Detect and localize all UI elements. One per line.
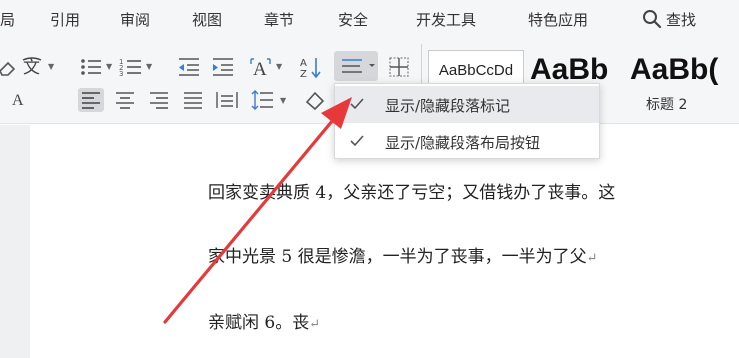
menu-tab-section[interactable]: 章节 xyxy=(264,9,294,30)
search-icon[interactable] xyxy=(641,8,663,30)
chevron-down-icon[interactable]: ▼ xyxy=(276,62,282,71)
shading-icon[interactable] xyxy=(302,88,328,112)
page-gutter xyxy=(0,125,30,358)
eraser-icon[interactable] xyxy=(0,55,20,79)
bullet-list-icon[interactable] xyxy=(78,55,104,79)
chevron-down-icon[interactable]: ▼ xyxy=(280,96,286,105)
checkmark-icon xyxy=(350,98,364,110)
menu-tab-developer[interactable]: 开发工具 xyxy=(416,9,476,30)
change-case-icon[interactable]: A xyxy=(248,55,274,79)
menu-tab-features[interactable]: 特色应用 xyxy=(528,9,588,30)
menu-item-show-hide-layout-button[interactable]: 显示/隐藏段落布局按钮 xyxy=(335,123,599,160)
menu-tab-security[interactable]: 安全 xyxy=(338,9,368,30)
paragraph-mark: ↵ xyxy=(309,317,321,332)
decrease-indent-icon[interactable] xyxy=(176,55,202,79)
text-line-1[interactable]: 回家变卖典质 4，父亲还了亏空；又借钱办了丧事。这 xyxy=(208,178,615,203)
line-spacing-icon[interactable] xyxy=(250,88,276,112)
font-color-a[interactable]: A xyxy=(12,92,24,110)
phonetic-guide-icon[interactable]: 文 xyxy=(20,55,46,79)
svg-text:A: A xyxy=(253,59,267,79)
chevron-down-icon[interactable]: ▼ xyxy=(146,62,152,71)
text-line-3[interactable]: 亲赋闲 6。丧↵ xyxy=(208,308,320,333)
checkmark-icon xyxy=(350,135,364,147)
svg-text:文: 文 xyxy=(23,58,40,78)
align-center-icon[interactable] xyxy=(112,88,138,112)
chevron-down-icon[interactable]: ▼ xyxy=(48,62,54,71)
menu-tab-view[interactable]: 视图 xyxy=(192,9,222,30)
menu-tab-review[interactable]: 审阅 xyxy=(120,9,150,30)
style-heading2-sample[interactable]: AaBb( xyxy=(630,50,718,90)
align-left-icon[interactable] xyxy=(78,88,104,112)
distributed-icon[interactable] xyxy=(214,88,240,112)
justify-icon[interactable] xyxy=(180,88,206,112)
chevron-down-icon[interactable]: ▼ xyxy=(106,62,112,71)
paragraph-mark-icon[interactable] xyxy=(334,51,378,81)
menu-bar: 局 引用 审阅 视图 章节 安全 开发工具 特色应用 查找 xyxy=(0,0,739,38)
sort-az-icon[interactable]: AZ xyxy=(298,55,324,79)
text-line-2[interactable]: 家中光景 5 很是惨澹，一半为了丧事，一半为了父↵ xyxy=(208,242,598,267)
paragraph-mark-dropdown: 显示/隐藏段落标记 显示/隐藏段落布局按钮 xyxy=(334,83,600,159)
menu-item-label: 显示/隐藏段落标记 xyxy=(385,97,511,115)
svg-text:A: A xyxy=(300,58,307,69)
search-label[interactable]: 查找 xyxy=(666,9,696,30)
table-borders-icon[interactable] xyxy=(386,55,412,79)
menu-item-label: 显示/隐藏段落布局按钮 xyxy=(385,134,541,152)
menu-item-show-hide-marks[interactable]: 显示/隐藏段落标记 xyxy=(335,86,599,123)
align-right-icon[interactable] xyxy=(146,88,172,112)
svg-text:Z: Z xyxy=(300,69,307,79)
increase-indent-icon[interactable] xyxy=(210,55,236,79)
paragraph-mark: ↵ xyxy=(586,251,598,266)
numbered-list-icon[interactable]: 123 xyxy=(118,55,144,79)
menu-tab-layout[interactable]: 局 xyxy=(0,9,15,30)
menu-tab-references[interactable]: 引用 xyxy=(50,9,80,30)
style-heading2-caption: 标题 2 xyxy=(646,97,688,113)
svg-text:3: 3 xyxy=(119,70,123,78)
